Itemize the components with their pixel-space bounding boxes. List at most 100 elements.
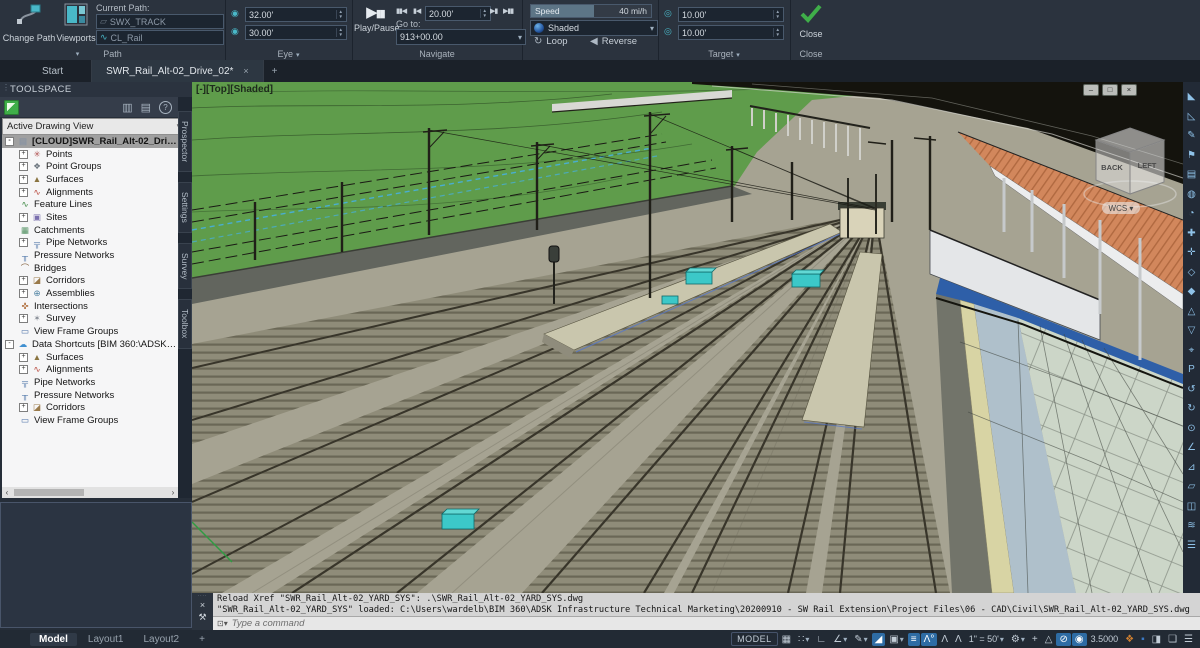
tree-expander[interactable]: + bbox=[19, 314, 28, 323]
tab-start[interactable]: Start bbox=[14, 60, 92, 82]
new-drawing-button[interactable]: + bbox=[264, 60, 286, 82]
tab-layout1[interactable]: Layout1 bbox=[79, 633, 133, 646]
isolate-objects-icon[interactable]: ◨ bbox=[1149, 633, 1164, 646]
wcs-menu[interactable]: WCS ▾ bbox=[1109, 204, 1134, 213]
tree-expander[interactable]: + bbox=[19, 353, 28, 362]
pencil-icon[interactable]: ✎ bbox=[1187, 126, 1195, 146]
eye-height-field[interactable]: 32.00' bbox=[245, 7, 347, 22]
help-icon[interactable]: ? bbox=[159, 101, 172, 114]
tree-ds-pressure-networks[interactable]: ╥ Pressure Networks bbox=[2, 389, 178, 402]
polar-tracking-icon[interactable]: ∠ bbox=[830, 633, 850, 646]
default-lighting-value[interactable]: 3.5000 bbox=[1088, 633, 1122, 645]
tree-corridors[interactable]: + ◪ Corridors bbox=[2, 275, 178, 288]
speed-slider[interactable]: Speed 40 mi/h bbox=[530, 4, 652, 18]
workspace-gear-icon[interactable]: ⚙ bbox=[1008, 633, 1028, 646]
clean-screen-icon[interactable]: ❏ bbox=[1165, 633, 1180, 646]
tree-expander[interactable]: - bbox=[5, 340, 14, 349]
units-icon[interactable]: ⊘ bbox=[1056, 633, 1070, 646]
panel-target-label[interactable]: Target bbox=[658, 49, 790, 59]
menu-lines-icon[interactable]: ☰ bbox=[1187, 536, 1196, 556]
triangle-tool-icon[interactable]: ◣ bbox=[1188, 87, 1196, 107]
grip-dots[interactable]: ∙∙∙∙ bbox=[198, 594, 208, 598]
section-box-icon[interactable]: ◫ bbox=[1187, 497, 1196, 517]
tree-expander[interactable]: + bbox=[19, 162, 28, 171]
cross-tool-icon[interactable]: ✛ bbox=[1187, 243, 1195, 263]
annotation-scale[interactable]: 1" = 50' bbox=[966, 633, 1007, 646]
visual-style-dropdown-arrow[interactable] bbox=[650, 23, 654, 33]
command-close-icon[interactable]: × bbox=[200, 600, 205, 610]
flag-icon[interactable]: ⚑ bbox=[1187, 146, 1196, 166]
target-offset-spinner[interactable] bbox=[773, 28, 780, 37]
goto-station-combo[interactable]: 913+00.00 bbox=[396, 29, 526, 45]
command-history[interactable]: Reload Xref "SWR_Rail_Alt-02_YARD_SYS": … bbox=[213, 593, 1200, 617]
parcel-tool-icon[interactable]: P bbox=[1188, 360, 1195, 380]
tree-ds-corridors[interactable]: + ◪ Corridors bbox=[2, 401, 178, 414]
tree-expander[interactable]: + bbox=[19, 188, 28, 197]
tree-expander[interactable]: + bbox=[19, 238, 28, 247]
item-view-icon[interactable]: ▥ bbox=[122, 101, 132, 114]
tree-data-shortcuts[interactable]: - ☁ Data Shortcuts [BIM 360:\ADSK Infras… bbox=[2, 338, 178, 351]
surface-path-field[interactable]: ▱ SWX_TRACK bbox=[96, 14, 224, 29]
alignment-path-field[interactable]: ∿ CL_Rail bbox=[96, 30, 224, 45]
tree-expander[interactable]: + bbox=[19, 289, 28, 298]
tree-horizontal-scrollbar[interactable]: ‹ › bbox=[2, 487, 178, 498]
tree-ds-view-frame-groups[interactable]: ▭ View Frame Groups bbox=[2, 414, 178, 427]
tree-expander[interactable]: + bbox=[19, 213, 28, 222]
tree-expander[interactable]: + bbox=[19, 403, 28, 412]
tree-ds-alignments[interactable]: + ∿ Alignments bbox=[2, 363, 178, 376]
reverse-toggle[interactable]: ◀ Reverse bbox=[590, 36, 637, 47]
visual-style-combo[interactable]: Shaded bbox=[530, 20, 658, 36]
panel-eye-label[interactable]: Eye bbox=[225, 49, 352, 59]
tab-model[interactable]: Model bbox=[30, 633, 77, 646]
viewport-3d-scene[interactable]: BACK LEFT WCS ▾ bbox=[192, 82, 1183, 593]
target-height-field[interactable]: 10.00' bbox=[678, 7, 784, 22]
squiggle-icon[interactable]: ≋ bbox=[1187, 516, 1195, 536]
step-increment-field[interactable]: 20.00' bbox=[425, 6, 491, 21]
eye-offset-spinner[interactable] bbox=[336, 28, 343, 37]
tab-survey[interactable]: Survey bbox=[178, 243, 192, 289]
crosshair-icon[interactable]: + bbox=[1029, 633, 1041, 646]
step-back-button[interactable]: ▮◀ bbox=[413, 7, 420, 15]
tab-current-drawing[interactable]: SWR_Rail_Alt-02_Drive_02* × bbox=[92, 60, 264, 82]
tab-close-icon[interactable]: × bbox=[243, 66, 248, 76]
slope-tool-icon[interactable]: ◺ bbox=[1188, 107, 1196, 127]
step-increment-spinner[interactable] bbox=[480, 9, 487, 18]
tree-sites[interactable]: + ▣ Sites bbox=[2, 211, 178, 224]
tree-ds-surfaces[interactable]: + ▲ Surfaces bbox=[2, 351, 178, 364]
orbit-icon[interactable]: ◔ bbox=[1188, 204, 1194, 224]
annotation-people-icon[interactable]: Λ bbox=[952, 633, 965, 646]
tab-toolbox[interactable]: Toolbox bbox=[178, 299, 192, 348]
tab-layout2[interactable]: Layout2 bbox=[134, 633, 188, 646]
target-offset-field[interactable]: 10.00' bbox=[678, 25, 784, 40]
panorama-icon[interactable]: ▤ bbox=[141, 101, 151, 114]
tree-drawing-node[interactable]: - ▤ [CLOUD]SWR_Rail_Alt-02_Drive_02 bbox=[2, 135, 178, 148]
customize-wrench-icon[interactable]: ⚒ bbox=[198, 612, 206, 623]
eye-height-spinner[interactable] bbox=[336, 10, 343, 19]
tree-alignments[interactable]: + ∿ Alignments bbox=[2, 186, 178, 199]
close-window-button[interactable]: × bbox=[1121, 84, 1137, 96]
isometric-drafting-icon[interactable]: ✎ bbox=[851, 633, 870, 646]
invert-tool-icon[interactable]: ▽ bbox=[1188, 321, 1196, 341]
graphics-performance-icon[interactable]: ◉ bbox=[1072, 633, 1087, 646]
tree-expander[interactable]: + bbox=[19, 365, 28, 374]
command-input-placeholder[interactable]: Type a command bbox=[232, 618, 305, 629]
tree-bridges[interactable]: ⌒ Bridges bbox=[2, 262, 178, 275]
tree-point-groups[interactable]: + ❖ Point Groups bbox=[2, 160, 178, 173]
viewcube-face-back[interactable]: BACK bbox=[1101, 163, 1123, 172]
object-snap-tracking-icon[interactable]: ◢ bbox=[872, 633, 886, 646]
globe-icon[interactable]: ◍ bbox=[1187, 185, 1196, 205]
step-forward-button[interactable]: ▶▮ bbox=[490, 7, 497, 15]
redo-arc-icon[interactable]: ↻ bbox=[1187, 399, 1195, 419]
palette-grip[interactable]: ⋮ bbox=[2, 83, 11, 92]
tree-expander[interactable]: + bbox=[19, 150, 28, 159]
eye-offset-field[interactable]: 30.00' bbox=[245, 25, 347, 40]
tree-surfaces[interactable]: + ▲ Surfaces bbox=[2, 173, 178, 186]
tree-ds-pipe-networks[interactable]: ╦ Pipe Networks bbox=[2, 376, 178, 389]
tree-feature-lines[interactable]: ∿ Feature Lines bbox=[2, 198, 178, 211]
viewport-controls[interactable]: [-][Top][Shaded] bbox=[196, 84, 273, 95]
table-icon[interactable]: ▤ bbox=[1187, 165, 1196, 185]
loop-toggle[interactable]: ↻ Loop bbox=[534, 36, 568, 47]
tree-view-frame-groups[interactable]: ▭ View Frame Groups bbox=[2, 325, 178, 338]
object-snap-icon[interactable]: ▣ bbox=[886, 633, 906, 646]
command-line-grip[interactable]: ∙∙∙∙ × ⚒ bbox=[192, 593, 213, 630]
